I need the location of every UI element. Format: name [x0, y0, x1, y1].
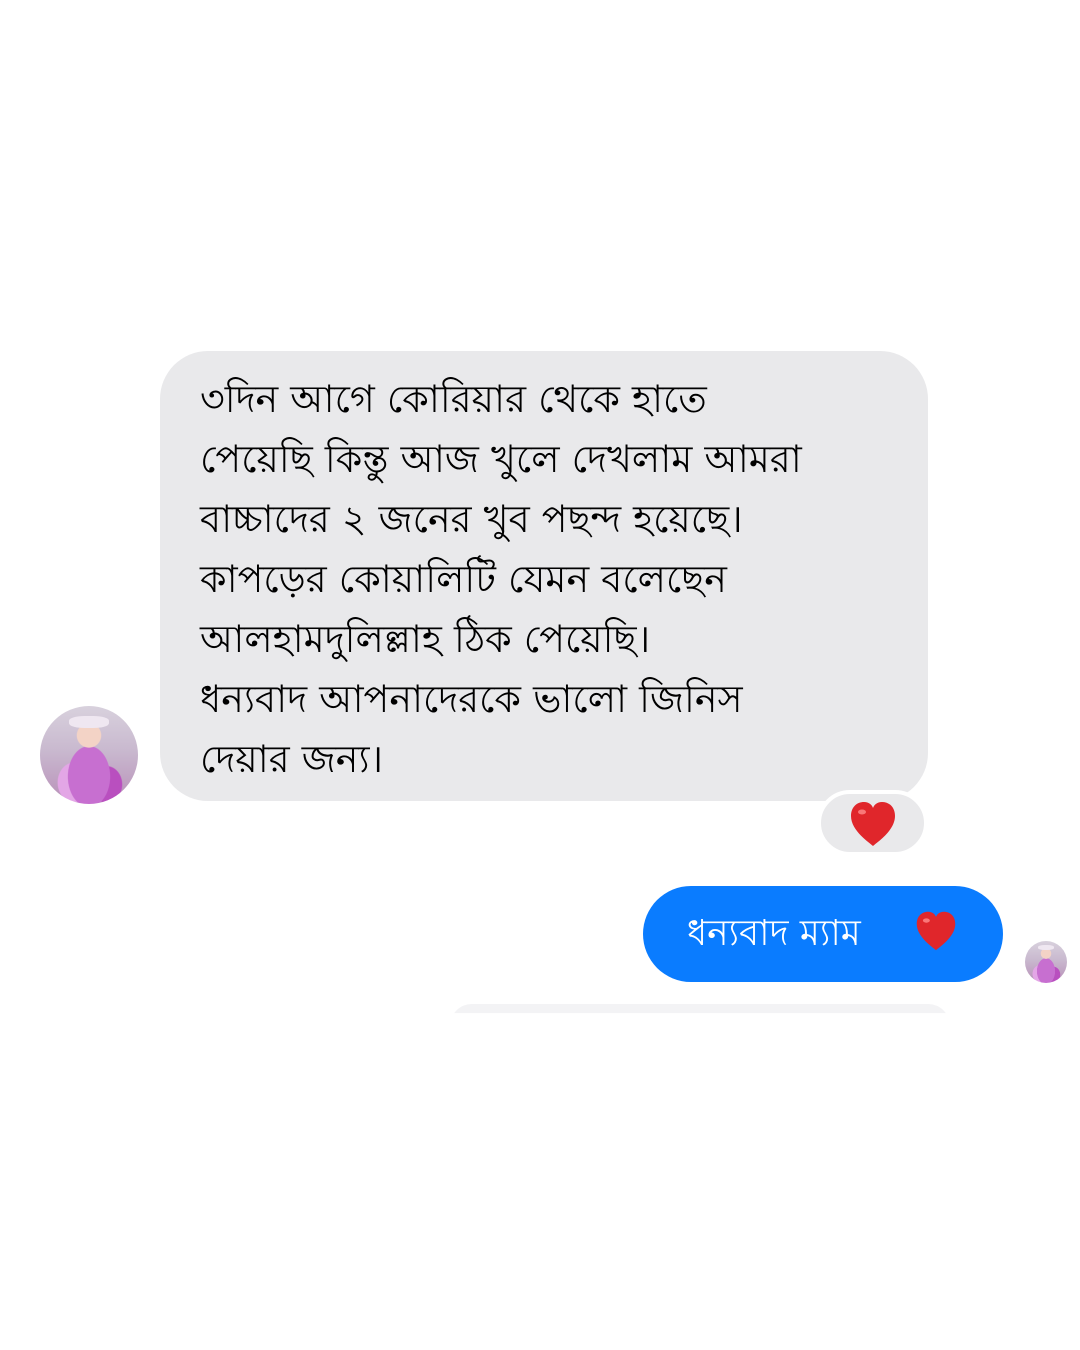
incoming-message-line: পেয়েছি কিন্তু আজ খুলে দেখলাম আমরা: [200, 437, 802, 481]
outgoing-message-text: ধন্যবাদ ম্যাম: [687, 913, 861, 954]
next-message-bubble-edge: [450, 1004, 950, 1014]
heart-icon: [851, 802, 895, 846]
incoming-message-line: বাচ্চাদের ২ জনের খুব পছন্দ হয়েছে।: [200, 497, 743, 541]
message-reaction[interactable]: [817, 790, 928, 856]
incoming-message-line: দেয়ার জন্য।: [200, 737, 384, 781]
incoming-message-line: কাপড়ের কোয়ালিটি যেমন বলেছেন: [200, 557, 727, 601]
read-receipt-avatar: [1025, 941, 1067, 983]
incoming-message-line: ৩দিন আগে কোরিয়ার থেকে হাতে: [200, 377, 707, 421]
incoming-message-line: আলহামদুলিল্লাহ ঠিক পেয়েছি।: [200, 617, 651, 661]
heart-icon: [916, 911, 956, 951]
outgoing-message-bubble[interactable]: ধন্যবাদ ম্যাম: [643, 886, 1003, 982]
sender-avatar[interactable]: [40, 706, 138, 804]
incoming-message-line: ধন্যবাদ আপনাদেরকে ভালো জিনিস: [200, 677, 743, 721]
incoming-message-bubble[interactable]: ৩দিন আগে কোরিয়ার থেকে হাতে পেয়েছি কিন্…: [160, 351, 928, 801]
